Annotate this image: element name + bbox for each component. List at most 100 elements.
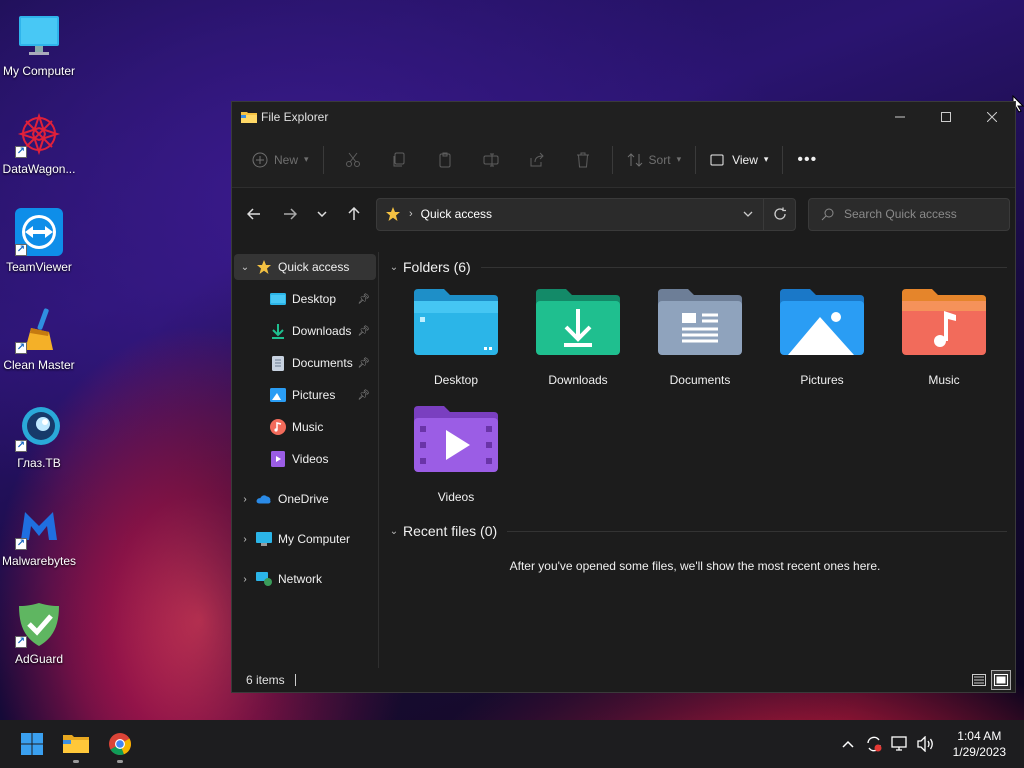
recent-files-section-header[interactable]: ⌄ Recent files (0)	[385, 519, 1015, 543]
desktop-folder-icon	[270, 291, 286, 307]
shortcut-arrow-icon: ↗	[15, 636, 27, 648]
chevron-up-icon	[842, 740, 854, 748]
back-button[interactable]	[238, 198, 270, 230]
cloud-icon	[256, 491, 272, 507]
folders-grid: Desktop Downloads Documents Pictures Mus…	[395, 285, 1015, 519]
maximize-button[interactable]	[923, 102, 969, 132]
nav-item-documents[interactable]: Documents 📌︎	[234, 350, 376, 376]
speaker-icon	[916, 736, 933, 752]
nav-item-label: Videos	[292, 452, 329, 466]
arrow-left-icon	[247, 208, 260, 220]
chevron-down-icon	[317, 211, 327, 217]
tiles-view-button[interactable]	[991, 670, 1011, 690]
nav-item-downloads[interactable]: Downloads 📌︎	[234, 318, 376, 344]
nav-item-desktop[interactable]: Desktop 📌︎	[234, 286, 376, 312]
desktop-icon-adguard[interactable]: ↗ AdGuard	[0, 592, 78, 672]
desktop-folder-icon	[414, 289, 498, 355]
nav-item-videos[interactable]: Videos	[234, 446, 376, 472]
desktop-icon-my-computer[interactable]: My Computer	[0, 4, 78, 84]
up-button[interactable]	[338, 198, 370, 230]
breadcrumb-quick-access[interactable]: Quick access	[421, 207, 492, 221]
desktop-icon-label: TeamViewer	[6, 260, 72, 274]
clock[interactable]: 1:04 AM 1/29/2023	[953, 728, 1006, 760]
address-dropdown-button[interactable]	[733, 211, 763, 217]
copy-icon	[393, 152, 405, 166]
new-button[interactable]: New ▾	[244, 144, 317, 176]
music-icon	[270, 419, 286, 435]
chevron-right-icon[interactable]: ›	[234, 494, 256, 505]
view-icon	[710, 154, 724, 165]
chevron-right-icon[interactable]: ›	[234, 534, 256, 545]
minimize-button[interactable]	[877, 102, 923, 132]
taskbar-chrome[interactable]	[98, 722, 142, 766]
cut-button[interactable]	[330, 144, 376, 176]
details-view-button[interactable]	[969, 670, 989, 690]
file-explorer-window: File Explorer New ▾ Sort ▾ View ▾ ••• › …	[231, 101, 1016, 693]
folder-tile-documents[interactable]: Documents	[639, 285, 761, 402]
desktop-icon-clean-master[interactable]: ↗ Clean Master	[0, 298, 78, 378]
new-label: New	[274, 152, 299, 167]
chevron-down-icon: ▾	[304, 154, 309, 164]
nav-item-label: Documents	[292, 356, 353, 370]
volume-button[interactable]	[913, 736, 939, 752]
chevron-down-icon: ⌄	[389, 261, 399, 273]
folder-label: Desktop	[433, 373, 479, 387]
share-icon	[530, 152, 544, 166]
nav-item-quick-access[interactable]: ⌄ Quick access	[234, 254, 376, 280]
share-button[interactable]	[514, 144, 560, 176]
address-bar[interactable]: › Quick access	[376, 197, 796, 231]
close-button[interactable]	[969, 102, 1015, 132]
desktop-icon-malwarebytes[interactable]: ↗ Malwarebytes	[0, 494, 78, 574]
delete-button[interactable]	[560, 144, 606, 176]
chevron-right-icon[interactable]: ›	[234, 574, 256, 585]
malwarebytes-icon: ↗	[15, 502, 63, 550]
search-input[interactable]: Search Quick access	[808, 197, 1010, 231]
chevron-down-icon[interactable]: ⌄	[234, 262, 256, 273]
show-hidden-icons-button[interactable]	[835, 740, 861, 748]
taskbar-file-explorer[interactable]	[54, 722, 98, 766]
rename-button[interactable]	[468, 144, 514, 176]
nav-item-label: My Computer	[278, 532, 351, 546]
copy-button[interactable]	[376, 144, 422, 176]
network-monitor-icon	[890, 736, 907, 751]
recent-locations-button[interactable]	[306, 198, 338, 230]
large-icons-view-icon	[994, 674, 1008, 686]
folder-tile-downloads[interactable]: Downloads	[517, 285, 639, 402]
desktop-icon-datawagon[interactable]: ↗ DataWagon...	[0, 102, 78, 182]
desktop-icon-label: Глаз.ТВ	[17, 456, 61, 470]
start-button[interactable]	[10, 722, 54, 766]
title-bar[interactable]: File Explorer	[232, 102, 1015, 132]
desktop-icon-label: My Computer	[2, 64, 76, 78]
list-view-icon	[972, 674, 986, 686]
more-options-button[interactable]: •••	[789, 144, 825, 176]
clock-time: 1:04 AM	[957, 729, 1002, 743]
nav-item-network[interactable]: › Network	[234, 566, 376, 592]
sort-button[interactable]: Sort ▾	[619, 144, 690, 176]
recent-files-empty-message: After you've opened some files, we'll sh…	[509, 559, 881, 573]
nav-item-music[interactable]: Music	[234, 414, 376, 440]
windows-logo-icon	[21, 733, 43, 755]
nav-item-onedrive[interactable]: › OneDrive	[234, 486, 376, 512]
folders-section-header[interactable]: ⌄ Folders (6)	[385, 255, 1015, 279]
sync-status-button[interactable]	[861, 735, 887, 753]
folder-tile-pictures[interactable]: Pictures	[761, 285, 883, 402]
desktop-icon-glaz-tv[interactable]: ↗ Глаз.ТВ	[0, 396, 78, 476]
chevron-down-icon: ▾	[676, 154, 682, 164]
network-tray-button[interactable]	[887, 736, 913, 752]
folder-tile-music[interactable]: Music	[883, 285, 1005, 402]
folder-tile-videos[interactable]: Videos	[395, 402, 517, 519]
forward-button[interactable]	[274, 198, 306, 230]
pin-icon: 📌︎	[357, 389, 370, 401]
nav-item-pictures[interactable]: Pictures 📌︎	[234, 382, 376, 408]
folder-tile-desktop[interactable]: Desktop	[395, 285, 517, 402]
nav-item-my-computer[interactable]: › My Computer	[234, 526, 376, 552]
download-arrow-icon	[270, 323, 286, 339]
desktop-icon-label: AdGuard	[14, 652, 64, 666]
star-icon	[386, 207, 400, 221]
refresh-button[interactable]	[763, 198, 795, 230]
shortcut-arrow-icon: ↗	[15, 342, 27, 354]
pin-icon: 📌︎	[357, 357, 370, 369]
paste-button[interactable]	[422, 144, 468, 176]
desktop-icon-teamviewer[interactable]: ↗ TeamViewer	[0, 200, 78, 280]
view-button[interactable]: View ▾	[702, 144, 776, 176]
